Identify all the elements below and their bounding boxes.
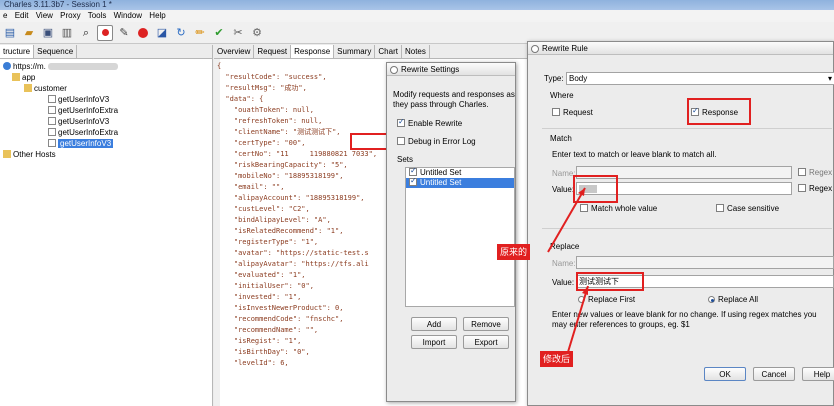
- arrow-original: [547, 187, 586, 253]
- annotation-arrows: [547, 187, 589, 353]
- arrowhead-modified: [582, 286, 588, 295]
- arrow-modified: [567, 285, 589, 353]
- charles-window: Charles 3.11.3b7 - Session 1 * e Edit Vi…: [0, 0, 834, 406]
